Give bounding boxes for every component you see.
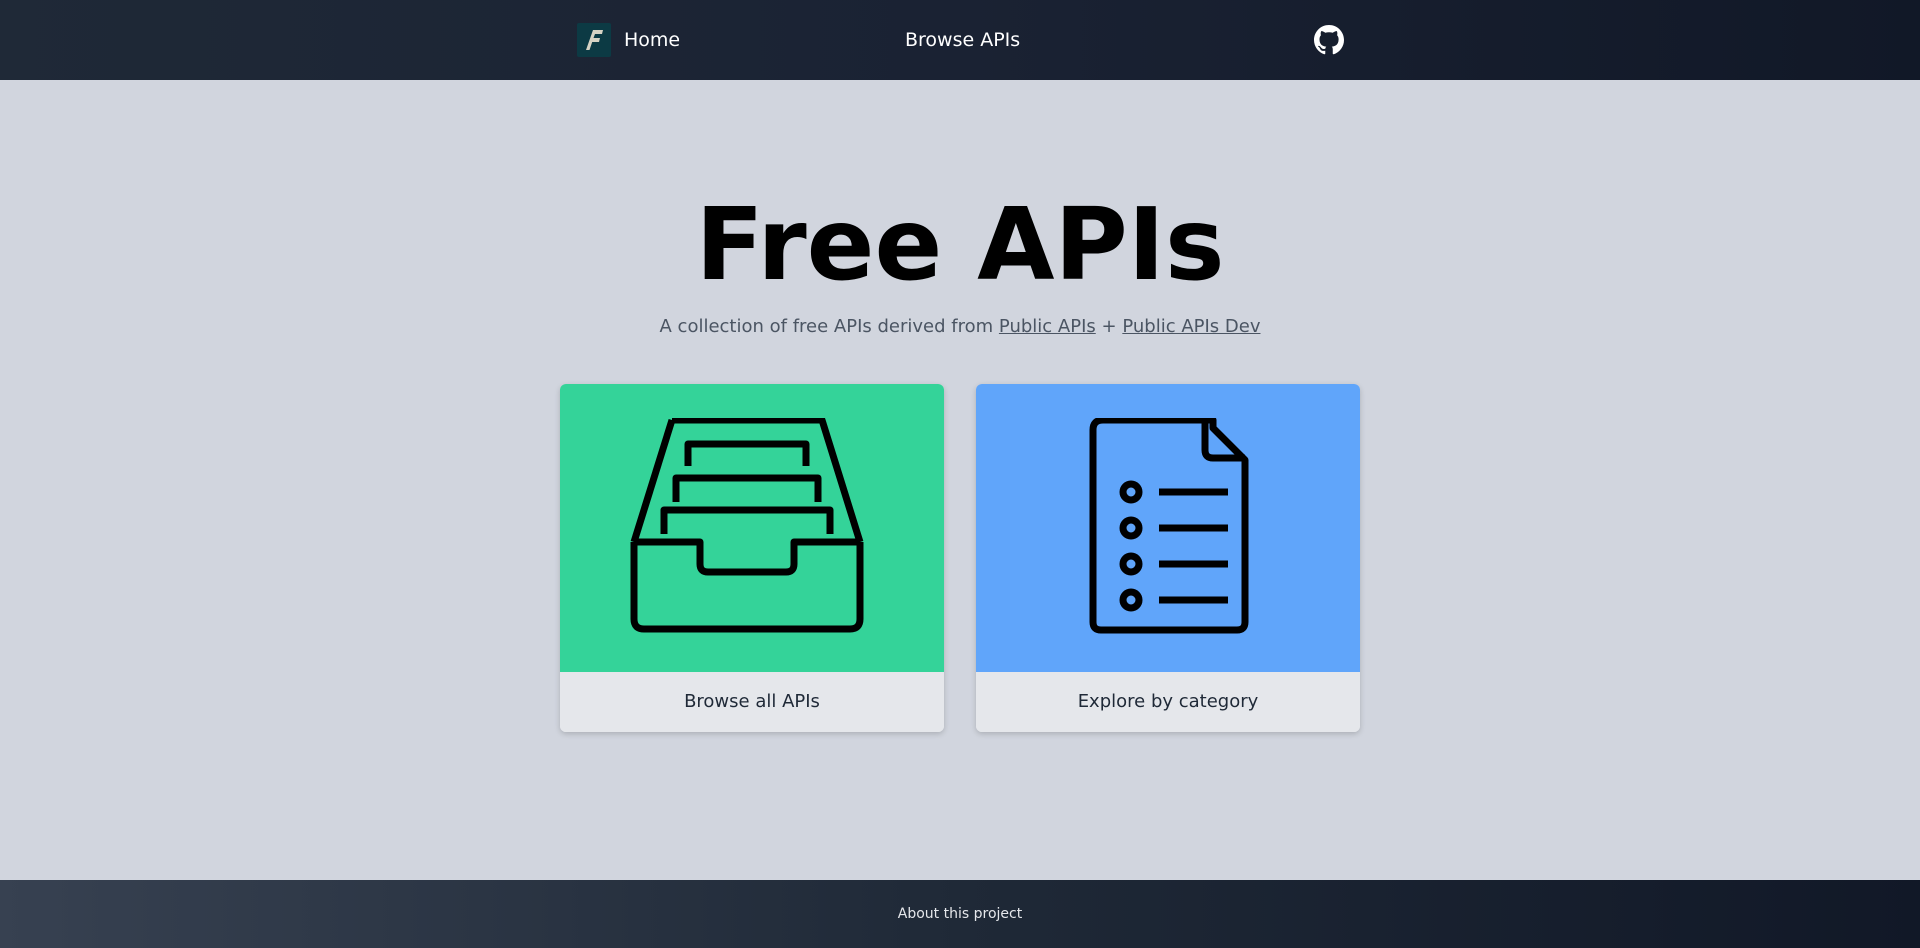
subtitle-text: A collection of free APIs derived from xyxy=(659,316,994,337)
page-footer: About this project xyxy=(0,880,1920,948)
inbox-stack-icon xyxy=(630,418,864,633)
home-link-label: Home xyxy=(624,29,681,51)
explore-card-image xyxy=(976,384,1360,672)
top-navbar: Home Browse APIs xyxy=(0,0,1920,80)
document-list-icon xyxy=(1089,418,1249,634)
browse-all-apis-card[interactable]: Browse all APIs xyxy=(560,384,944,732)
logo-mark xyxy=(586,30,603,50)
public-apis-dev-link[interactable]: Public APIs Dev xyxy=(1122,316,1260,337)
public-apis-link[interactable]: Public APIs xyxy=(999,316,1096,337)
browse-card-label: Browse all APIs xyxy=(560,672,944,732)
about-project-link[interactable]: About this project xyxy=(898,904,1022,924)
github-icon[interactable] xyxy=(1314,25,1344,55)
page-subtitle: A collection of free APIs derived from P… xyxy=(0,316,1920,337)
browse-card-image xyxy=(560,384,944,672)
page-title: Free APIs xyxy=(695,186,1225,303)
explore-by-category-card[interactable]: Explore by category xyxy=(976,384,1360,732)
browse-apis-link[interactable]: Browse APIs xyxy=(905,23,1020,57)
subtitle-separator: + xyxy=(1101,316,1117,337)
logo-icon xyxy=(577,23,611,57)
explore-card-label: Explore by category xyxy=(976,672,1360,732)
home-link[interactable]: Home xyxy=(577,23,680,57)
